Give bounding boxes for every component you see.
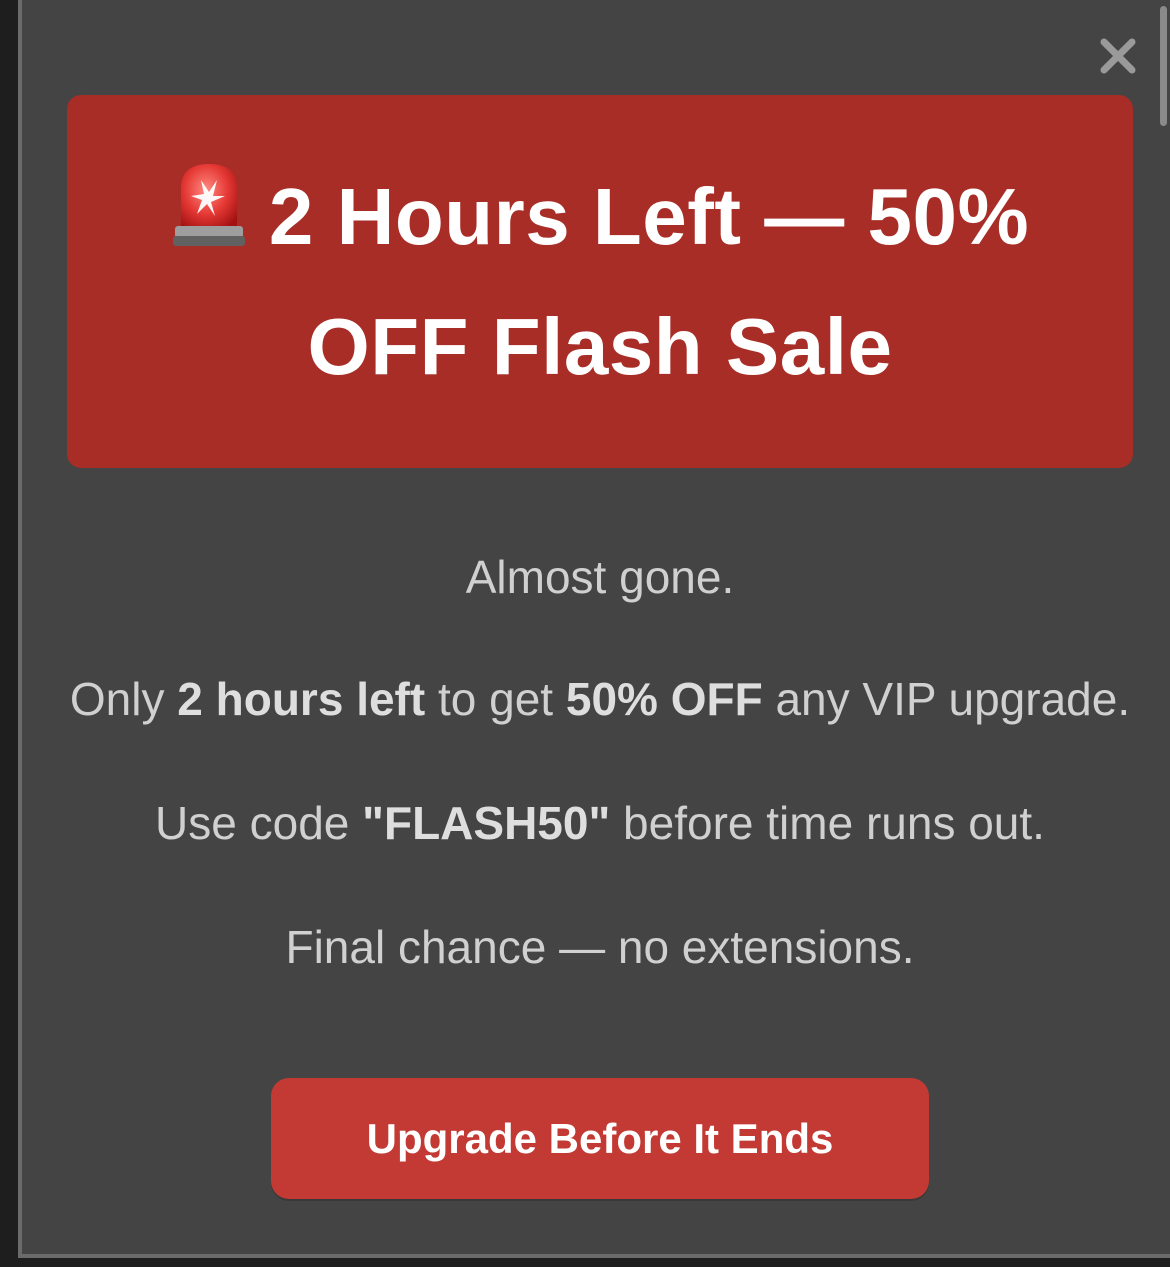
scrollbar[interactable]	[1158, 0, 1170, 1254]
banner-title: 2 Hours Left — 50% OFF Flash Sale	[97, 155, 1103, 409]
flash-sale-modal: 2 Hours Left — 50% OFF Flash Sale Almost…	[18, 0, 1170, 1258]
sale-banner: 2 Hours Left — 50% OFF Flash Sale	[67, 95, 1133, 468]
offer-discount: 50% OFF	[565, 673, 763, 725]
offer-text-post: any VIP upgrade.	[762, 673, 1131, 725]
offer-time-left: 2 hours left	[177, 673, 426, 725]
close-icon	[1100, 38, 1136, 74]
close-button[interactable]	[1098, 36, 1138, 76]
offer-text-mid: to get	[425, 673, 566, 725]
promo-code: "FLASH50"	[362, 797, 611, 849]
code-text-pre: Use code	[155, 797, 363, 849]
siren-icon	[171, 158, 247, 285]
modal-body: Almost gone. Only 2 hours left to get 50…	[67, 540, 1133, 984]
upgrade-button[interactable]: Upgrade Before It Ends	[271, 1078, 929, 1199]
offer-text-pre: Only	[69, 673, 178, 725]
code-text-post: before time runs out.	[610, 797, 1045, 849]
body-line-final-chance: Final chance — no extensions.	[285, 921, 915, 973]
scrollbar-thumb[interactable]	[1160, 6, 1167, 126]
body-line-code: Use code "FLASH50" before time runs out.	[67, 786, 1133, 860]
body-line-offer: Only 2 hours left to get 50% OFF any VIP…	[67, 662, 1133, 736]
banner-title-text: 2 Hours Left — 50% OFF Flash Sale	[268, 171, 1030, 391]
body-line-almost-gone: Almost gone.	[465, 551, 735, 603]
page: 2 Hours Left — 50% OFF Flash Sale Almost…	[0, 0, 1170, 1267]
